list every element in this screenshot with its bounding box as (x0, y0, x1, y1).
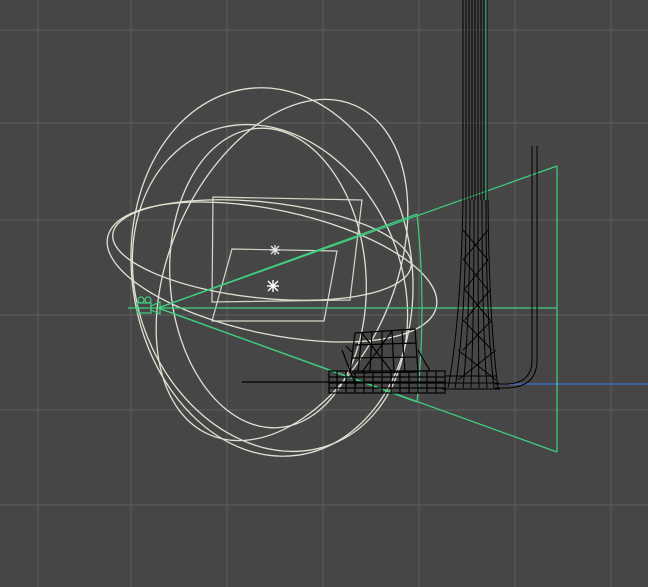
pipe-mesh[interactable] (495, 146, 538, 389)
viewport-canvas[interactable] (0, 0, 648, 587)
gizmo-ring-vertical-a[interactable] (108, 69, 437, 474)
tower-mesh[interactable] (442, 0, 500, 390)
rotate-gizmo[interactable] (85, 60, 458, 493)
grid (0, 0, 648, 587)
camera-frustum[interactable] (128, 165, 558, 453)
light-icon[interactable] (270, 245, 280, 255)
deck-structure[interactable] (242, 328, 446, 394)
gizmo-ring-vertical-c[interactable] (85, 83, 456, 493)
3d-viewport[interactable] (0, 0, 648, 587)
light-icon[interactable] (267, 280, 279, 292)
